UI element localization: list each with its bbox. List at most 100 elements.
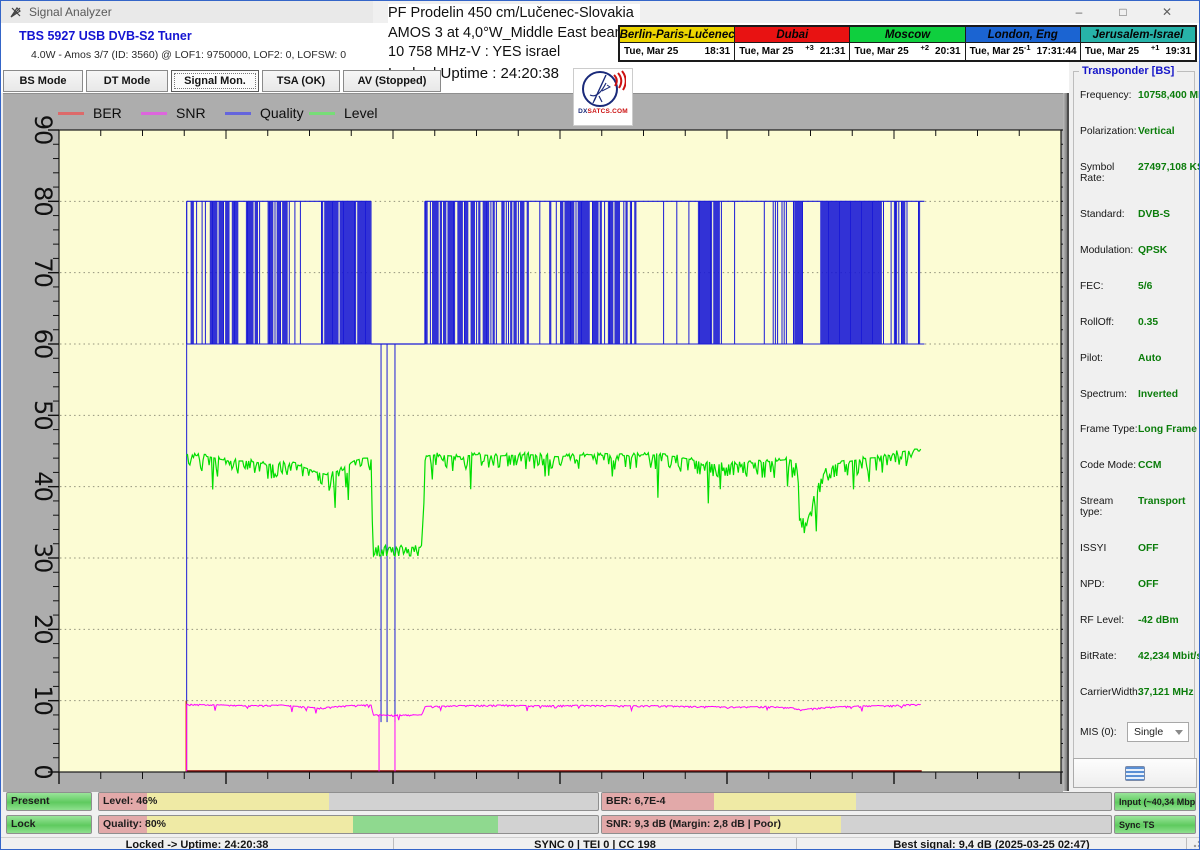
clock-utc-offset: -1 xyxy=(1024,43,1031,52)
statusbar-lock-uptime: Locked -> Uptime: 24:20:38 xyxy=(1,838,394,850)
clock-time-row: Tue, Mar 25+220:31 xyxy=(850,43,964,60)
clock-time-row: Tue, Mar 25-1 17:31:44 xyxy=(966,43,1080,60)
svg-text:10: 10 xyxy=(29,685,57,716)
legend-label: BER xyxy=(93,105,122,121)
legend-item-quality: Quality xyxy=(225,105,304,121)
tab-signal-mon-[interactable]: Signal Mon. xyxy=(171,70,259,92)
clock-utc-offset: +2 xyxy=(920,43,929,52)
transponder-row-label: Spectrum: xyxy=(1080,389,1138,400)
transponder-rows: Frequency:10758,400 MHz Polarization:Vert… xyxy=(1080,90,1191,698)
site-info: PF Prodelin 450 cm/Lučenec-Slovakia AMOS… xyxy=(388,4,640,63)
transponder-row-label: RF Level: xyxy=(1080,615,1138,626)
transponder-row: Polarization:Vertical xyxy=(1080,126,1191,137)
transponder-row-label: Code Mode: xyxy=(1080,460,1138,471)
transponder-row-value: Inverted xyxy=(1138,389,1178,400)
clock-dubai: DubaiTue, Mar 25+321:31 xyxy=(735,27,850,60)
transponder-row: FEC:5/6 xyxy=(1080,281,1191,292)
meter-label: Input (~40,34 Mbps) xyxy=(1119,797,1196,807)
meter-label: Sync TS xyxy=(1119,820,1155,830)
tuner-details: 4.0W - Amos 3/7 (ID: 3560) @ LOF1: 97500… xyxy=(31,49,346,61)
transponder-row-label: Standard: xyxy=(1080,209,1138,220)
transponder-row-label: Stream type: xyxy=(1080,496,1138,518)
clock-berlin-paris-lu-enec: Berlin-Paris-LučenecTue, Mar 2518:31 xyxy=(620,27,735,60)
transponder-groupbox: Transponder [BS] Frequency:10758,400 MHz… xyxy=(1073,71,1195,771)
mode-tabs: BS ModeDT ModeSignal Mon.TSA (OK)AV (Sto… xyxy=(3,70,441,93)
statusbar-sync-counters: SYNC 0 | TEI 0 | CC 198 xyxy=(394,838,797,850)
transponder-row-value: DVB-S xyxy=(1138,209,1170,220)
transponder-row: Code Mode:CCM xyxy=(1080,460,1191,471)
site-info-line3: 10 758 MHz-V : YES israel xyxy=(388,43,634,63)
tab-dt-mode[interactable]: DT Mode xyxy=(86,70,168,92)
logo-text: DXSATCS.COM xyxy=(578,108,628,115)
transponder-row-value: 0.35 xyxy=(1138,317,1158,328)
quality-gauge: Quality: 80% xyxy=(98,815,599,834)
maximize-icon[interactable]: □ xyxy=(1101,1,1145,23)
panel-action-button[interactable] xyxy=(1073,758,1197,788)
transponder-row-value: CCM xyxy=(1138,460,1161,471)
transponder-row: Pilot:Auto xyxy=(1080,353,1191,364)
transponder-row-value: 27497,108 KS/s xyxy=(1138,162,1200,173)
chevron-down-icon xyxy=(1175,730,1183,735)
legend-item-level: Level xyxy=(309,105,377,121)
meter-label: Lock xyxy=(11,818,36,830)
clock-date: Tue, Mar 25 xyxy=(854,46,908,57)
transponder-row: CarrierWidth:37,121 MHz xyxy=(1080,687,1191,698)
legend-label: SNR xyxy=(176,105,206,121)
transponder-row-label: Modulation: xyxy=(1080,245,1138,256)
window-controls: – □ ✕ xyxy=(1057,1,1189,23)
legend-line-swatch xyxy=(58,112,84,115)
clock-time: 18:31 xyxy=(705,46,731,57)
svg-text:0: 0 xyxy=(29,764,57,779)
legend-label: Level xyxy=(344,105,377,121)
clock-city-label: Jerusalem-Israel xyxy=(1081,27,1195,43)
monitor-icon xyxy=(1125,766,1145,781)
legend-line-swatch xyxy=(141,112,167,115)
close-icon[interactable]: ✕ xyxy=(1145,1,1189,23)
clock-london-eng: London, EngTue, Mar 25-117:31:44 xyxy=(966,27,1081,60)
transponder-row: Frame Type:Long Frame xyxy=(1080,424,1191,435)
mis-dropdown[interactable]: Single xyxy=(1127,722,1189,742)
clock-utc-offset: +3 xyxy=(805,43,814,52)
dxsatcs-logo: DXSATCS.COM xyxy=(573,68,633,126)
mis-label: MIS (0): xyxy=(1080,727,1117,738)
present-indicator: Present xyxy=(6,792,92,811)
signal-analyzer-window: Signal Analyzer – □ ✕ TBS 5927 USB DVB-S… xyxy=(0,0,1200,850)
site-info-line2: AMOS 3 at 4,0°W_Middle East beam xyxy=(388,24,634,44)
tab-av-stopped-[interactable]: AV (Stopped) xyxy=(343,70,441,92)
transponder-row: Frequency:10758,400 MHz xyxy=(1080,90,1191,101)
tab-bs-mode[interactable]: BS Mode xyxy=(3,70,83,92)
clock-date: Tue, Mar 25 xyxy=(970,46,1024,57)
meter-label: Present xyxy=(11,795,50,807)
tuner-name: TBS 5927 USB DVB-S2 Tuner xyxy=(19,29,192,43)
transponder-row: Modulation:QPSK xyxy=(1080,245,1191,256)
statusbar-best-signal: Best signal: 9,4 dB (2025-03-25 02:47) xyxy=(797,838,1187,850)
signal-chart-panel: 0102030405060708090 BERSNRQualityLevel xyxy=(3,93,1063,792)
clock-city-label: Dubai xyxy=(735,27,849,43)
minimize-icon[interactable]: – xyxy=(1057,1,1101,23)
legend-line-swatch xyxy=(225,112,251,115)
resize-grip[interactable] xyxy=(1189,840,1200,850)
transponder-row-value: Vertical xyxy=(1138,126,1175,137)
svg-text:80: 80 xyxy=(29,186,57,217)
transponder-row-label: Frequency: xyxy=(1080,90,1138,101)
tab-tsa-ok-[interactable]: TSA (OK) xyxy=(262,70,340,92)
svg-text:20: 20 xyxy=(29,614,57,645)
transponder-row-label: Pilot: xyxy=(1080,353,1138,364)
clock-time-row: Tue, Mar 2518:31 xyxy=(620,43,734,60)
window-title: Signal Analyzer xyxy=(29,5,112,19)
svg-text:70: 70 xyxy=(29,257,57,288)
transponder-row-value: OFF xyxy=(1138,579,1159,590)
legend-label: Quality xyxy=(260,105,304,121)
transponder-row: RollOff:0.35 xyxy=(1080,317,1191,328)
legend-item-snr: SNR xyxy=(141,105,206,121)
transponder-row-label: Symbol Rate: xyxy=(1080,162,1138,184)
clock-utc-offset: +1 xyxy=(1151,43,1160,52)
transponder-row-value: Transport xyxy=(1138,496,1186,507)
level-gauge: Level: 46% xyxy=(98,792,599,811)
sync-ts-indicator: Sync TS xyxy=(1114,815,1196,834)
clock-jerusalem-israel: Jerusalem-IsraelTue, Mar 25+119:31 xyxy=(1081,27,1195,60)
svg-text:50: 50 xyxy=(29,400,57,431)
gauge-zone xyxy=(147,816,354,833)
meter-label: SNR: 9,3 dB (Margin: 2,8 dB | Poor) xyxy=(606,818,781,830)
clock-time: 17:31:44 xyxy=(1037,46,1077,57)
